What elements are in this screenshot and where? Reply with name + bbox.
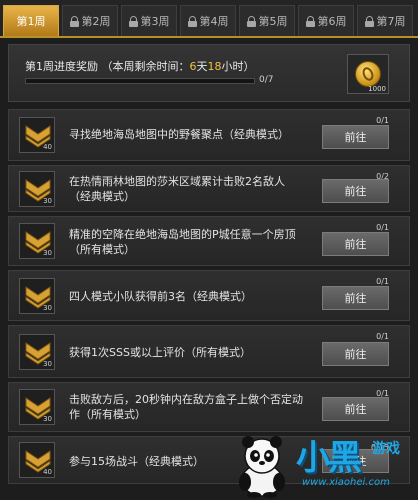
tab-label: 第2周	[81, 15, 111, 28]
brand-logo: 小黑	[296, 438, 362, 478]
task-row: 30 击败敌方后，20秒钟内在敌方盒子上做个否定动作（所有模式） 0/1 前往	[8, 382, 410, 432]
task-description: 在热情雨林地图的莎米区域累计击败2名敌人（经典模式）	[69, 175, 285, 203]
tab-label: 第7周	[376, 15, 406, 28]
brand-url: www.xiaohei.com	[302, 477, 390, 488]
lock-icon	[305, 15, 315, 27]
chevron-badge-icon: 30	[19, 277, 55, 314]
chevron-badge-icon: 40	[19, 442, 55, 478]
tab-week-7[interactable]: 第7周	[357, 5, 413, 36]
task-description: 寻找绝地海岛地图中的野餐聚点（经典模式）	[69, 128, 289, 141]
tab-week-1[interactable]: 第1周	[3, 5, 59, 36]
reward-quantity: 1000	[368, 85, 386, 93]
gold-coin-icon	[355, 61, 381, 87]
tab-label: 第5周	[258, 15, 288, 28]
task-description: 精准的空降在绝地海岛地图的P城任意一个房顶（所有模式）	[69, 228, 296, 256]
lock-icon	[246, 15, 256, 27]
chevron-badge-icon: 40	[19, 117, 55, 153]
tab-label: 第4周	[199, 15, 229, 28]
chevron-badge-icon: 30	[19, 223, 55, 259]
task-count: 0/1	[376, 223, 389, 232]
tab-label: 第3周	[140, 15, 170, 28]
task-row: 30 在热情雨林地图的莎米区域累计击败2名敌人（经典模式） 0/2 前往	[8, 165, 410, 212]
panda-mascot-icon	[239, 436, 285, 498]
brand-subtitle: 游戏	[372, 441, 400, 457]
site-watermark: 小黑 游戏 www.xiaohei.com	[232, 428, 418, 500]
task-row: 40 寻找绝地海岛地图中的野餐聚点（经典模式） 0/1 前往	[8, 109, 410, 161]
weekly-progress-panel: 第1周进度奖励 （本周剩余时间：6天18小时） 0/7 1000	[8, 44, 410, 102]
tab-week-5[interactable]: 第5周	[239, 5, 295, 36]
chevron-badge-icon: 30	[19, 170, 55, 207]
tab-week-3[interactable]: 第3周	[121, 5, 177, 36]
progress-count: 0/7	[259, 75, 274, 85]
tab-label: 第6周	[317, 15, 347, 28]
progress-bar	[25, 78, 255, 84]
task-description: 击败敌方后，20秒钟内在敌方盒子上做个否定动作（所有模式）	[69, 393, 303, 421]
chevron-badge-icon: 30	[19, 333, 55, 370]
lock-icon	[187, 15, 197, 27]
chevron-badge-icon: 30	[19, 389, 55, 425]
task-row: 30 精准的空降在绝地海岛地图的P城任意一个房顶（所有模式） 0/1 前往	[8, 216, 410, 266]
go-button[interactable]: 前往	[322, 179, 389, 203]
lock-icon	[364, 15, 374, 27]
task-description: 四人模式小队获得前3名（经典模式）	[69, 290, 252, 303]
task-count: 0/1	[376, 116, 389, 125]
tab-week-4[interactable]: 第4周	[180, 5, 236, 36]
lock-icon	[128, 15, 138, 27]
go-button[interactable]: 前往	[322, 232, 389, 256]
tab-label: 第1周	[16, 15, 46, 28]
go-button[interactable]: 前往	[322, 397, 389, 421]
task-row: 30 四人模式小队获得前3名（经典模式） 0/1 前往	[8, 270, 410, 321]
lock-icon	[69, 15, 79, 27]
week-tabs: 第1周 第2周 第3周 第4周 第5周 第6周 第7周	[0, 0, 418, 38]
progress-title: 第1周进度奖励 （本周剩余时间：6天18小时）	[25, 60, 255, 73]
tab-week-6[interactable]: 第6周	[298, 5, 354, 36]
go-button[interactable]: 前往	[322, 342, 389, 366]
reward-slot[interactable]: 1000	[347, 54, 389, 94]
task-description: 获得1次SSS或以上评价（所有模式）	[69, 346, 251, 359]
tab-week-2[interactable]: 第2周	[62, 5, 118, 36]
task-count: 0/1	[376, 277, 389, 286]
go-button[interactable]: 前往	[322, 286, 389, 310]
task-count: 0/1	[376, 332, 389, 341]
task-row: 30 获得1次SSS或以上评价（所有模式） 0/1 前往	[8, 325, 410, 378]
go-button[interactable]: 前往	[322, 125, 389, 149]
